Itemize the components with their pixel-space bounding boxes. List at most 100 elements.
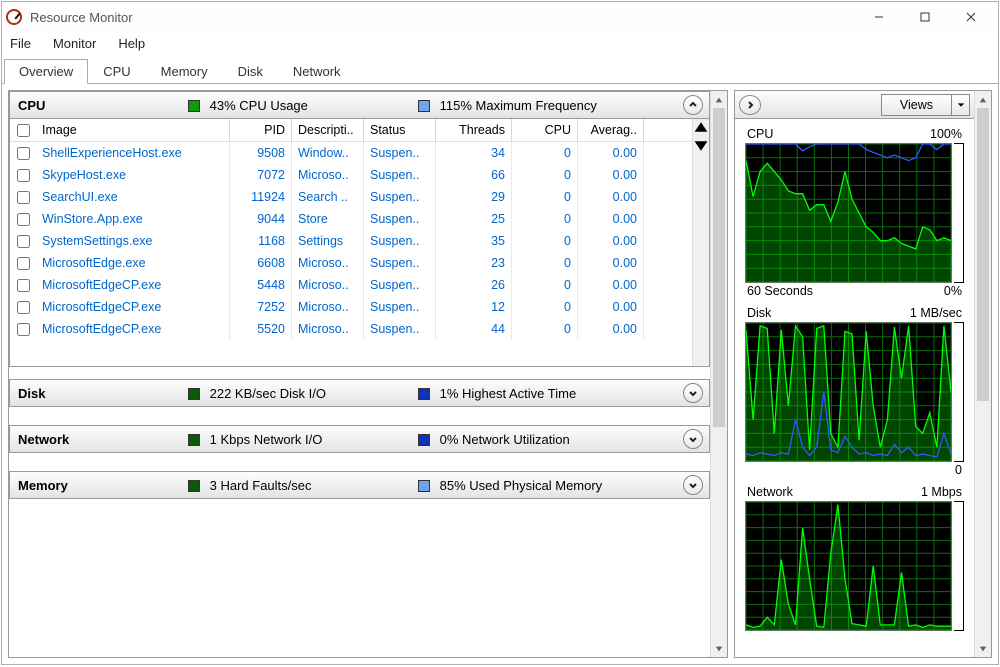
cell-threads: 35 (436, 230, 512, 252)
minimize-button[interactable] (856, 2, 902, 32)
col-pid[interactable]: PID (230, 119, 292, 141)
memory-used-label: 85% Used Physical Memory (440, 478, 603, 493)
menu-help[interactable]: Help (114, 34, 149, 53)
graph-network-title: Network (747, 485, 793, 499)
cell-status: Suspen.. (364, 274, 436, 296)
memory-faults-label: 3 Hard Faults/sec (210, 478, 312, 493)
process-table: Image PID Descripti.. Status Threads CPU… (9, 119, 710, 367)
graph-disk: Disk 1 MB/sec 0 (745, 304, 964, 481)
views-button-label: Views (882, 98, 951, 112)
cell-average: 0.00 (578, 208, 644, 230)
cell-pid: 7072 (230, 164, 292, 186)
cell-image: SkypeHost.exe (36, 164, 230, 186)
tab-overview[interactable]: Overview (4, 59, 88, 84)
row-checkbox[interactable] (17, 147, 30, 160)
process-table-scrollbar[interactable] (692, 119, 709, 366)
table-header-row: Image PID Descripti.. Status Threads CPU… (10, 119, 692, 142)
memory-expand-button[interactable] (683, 475, 703, 495)
table-row[interactable]: MicrosoftEdgeCP.exe5520Microso..Suspen..… (10, 318, 692, 340)
row-checkbox[interactable] (17, 169, 30, 182)
overview-scrollbar[interactable] (710, 91, 727, 657)
section-cpu-header[interactable]: CPU 43% CPU Usage 115% Maximum Frequency (9, 91, 710, 119)
row-checkbox[interactable] (17, 323, 30, 336)
disk-active-label: 1% Highest Active Time (440, 386, 577, 401)
cell-status: Suspen.. (364, 318, 436, 340)
section-network-header[interactable]: Network 1 Kbps Network I/O 0% Network Ut… (9, 425, 710, 453)
tab-cpu[interactable]: CPU (88, 59, 145, 84)
graph-cpu-xright: 0% (944, 284, 962, 298)
section-memory-header[interactable]: Memory 3 Hard Faults/sec 85% Used Physic… (9, 471, 710, 499)
cell-image: ShellExperienceHost.exe (36, 142, 230, 164)
network-expand-button[interactable] (683, 429, 703, 449)
cell-pid: 5448 (230, 274, 292, 296)
row-checkbox[interactable] (17, 301, 30, 314)
disk-expand-button[interactable] (683, 383, 703, 403)
table-row[interactable]: WinStore.App.exe9044StoreSuspen..2500.00 (10, 208, 692, 230)
menu-file[interactable]: File (6, 34, 35, 53)
graph-cpu-canvas (745, 143, 952, 283)
graph-disk-title: Disk (747, 306, 771, 320)
row-checkbox[interactable] (17, 191, 30, 204)
cell-threads: 23 (436, 252, 512, 274)
section-cpu-title: CPU (18, 98, 188, 113)
cell-pid: 1168 (230, 230, 292, 252)
network-io-label: 1 Kbps Network I/O (210, 432, 323, 447)
cell-image: SystemSettings.exe (36, 230, 230, 252)
row-checkbox[interactable] (17, 257, 30, 270)
app-icon (6, 9, 22, 25)
tab-disk[interactable]: Disk (223, 59, 278, 84)
cell-cpu: 0 (512, 230, 578, 252)
graph-disk-canvas (745, 322, 952, 462)
cell-threads: 29 (436, 186, 512, 208)
graph-disk-max: 1 MB/sec (910, 306, 962, 320)
section-disk-title: Disk (18, 386, 188, 401)
table-row[interactable]: MicrosoftEdgeCP.exe7252Microso..Suspen..… (10, 296, 692, 318)
graph-network: Network 1 Mbps (745, 483, 964, 631)
network-util-swatch-icon (418, 434, 430, 446)
col-description[interactable]: Descripti.. (292, 119, 364, 141)
cell-status: Suspen.. (364, 142, 436, 164)
table-row[interactable]: MicrosoftEdgeCP.exe5448Microso..Suspen..… (10, 274, 692, 296)
close-button[interactable] (948, 2, 994, 32)
cell-cpu: 0 (512, 186, 578, 208)
maximize-button[interactable] (902, 2, 948, 32)
cell-description: Settings (292, 230, 364, 252)
select-all-checkbox[interactable] (17, 124, 30, 137)
table-row[interactable]: SkypeHost.exe7072Microso..Suspen..6600.0… (10, 164, 692, 186)
cell-cpu: 0 (512, 252, 578, 274)
cpu-usage-swatch-icon (188, 100, 200, 112)
cell-average: 0.00 (578, 296, 644, 318)
graphs-panel: Views CPU 100% (734, 90, 992, 658)
table-row[interactable]: SearchUI.exe11924Search ..Suspen..2900.0… (10, 186, 692, 208)
col-threads[interactable]: Threads (436, 119, 512, 141)
cell-image: MicrosoftEdgeCP.exe (36, 318, 230, 340)
menu-monitor[interactable]: Monitor (49, 34, 100, 53)
row-checkbox[interactable] (17, 279, 30, 292)
views-dropdown-icon[interactable] (951, 95, 969, 115)
tab-network[interactable]: Network (278, 59, 356, 84)
cell-pid: 5520 (230, 318, 292, 340)
col-status[interactable]: Status (364, 119, 436, 141)
views-button[interactable]: Views (881, 94, 970, 116)
graphs-collapse-button[interactable] (739, 95, 761, 115)
col-cpu[interactable]: CPU (512, 119, 578, 141)
col-average[interactable]: Averag.. (578, 119, 644, 141)
cell-average: 0.00 (578, 142, 644, 164)
row-checkbox[interactable] (17, 235, 30, 248)
cell-average: 0.00 (578, 274, 644, 296)
section-disk-header[interactable]: Disk 222 KB/sec Disk I/O 1% Highest Acti… (9, 379, 710, 407)
cpu-collapse-button[interactable] (683, 95, 703, 115)
axis-bracket-icon (954, 501, 964, 631)
graphs-scrollbar[interactable] (974, 91, 991, 657)
cell-cpu: 0 (512, 296, 578, 318)
col-image[interactable]: Image (42, 123, 223, 137)
memory-faults-swatch-icon (188, 480, 200, 492)
table-row[interactable]: MicrosoftEdge.exe6608Microso..Suspen..23… (10, 252, 692, 274)
table-row[interactable]: ShellExperienceHost.exe9508Window..Suspe… (10, 142, 692, 164)
table-row[interactable]: SystemSettings.exe1168SettingsSuspen..35… (10, 230, 692, 252)
tab-memory[interactable]: Memory (146, 59, 223, 84)
cell-image: SearchUI.exe (36, 186, 230, 208)
row-checkbox[interactable] (17, 213, 30, 226)
graph-disk-xright: 0 (955, 463, 962, 477)
cell-image: MicrosoftEdgeCP.exe (36, 296, 230, 318)
